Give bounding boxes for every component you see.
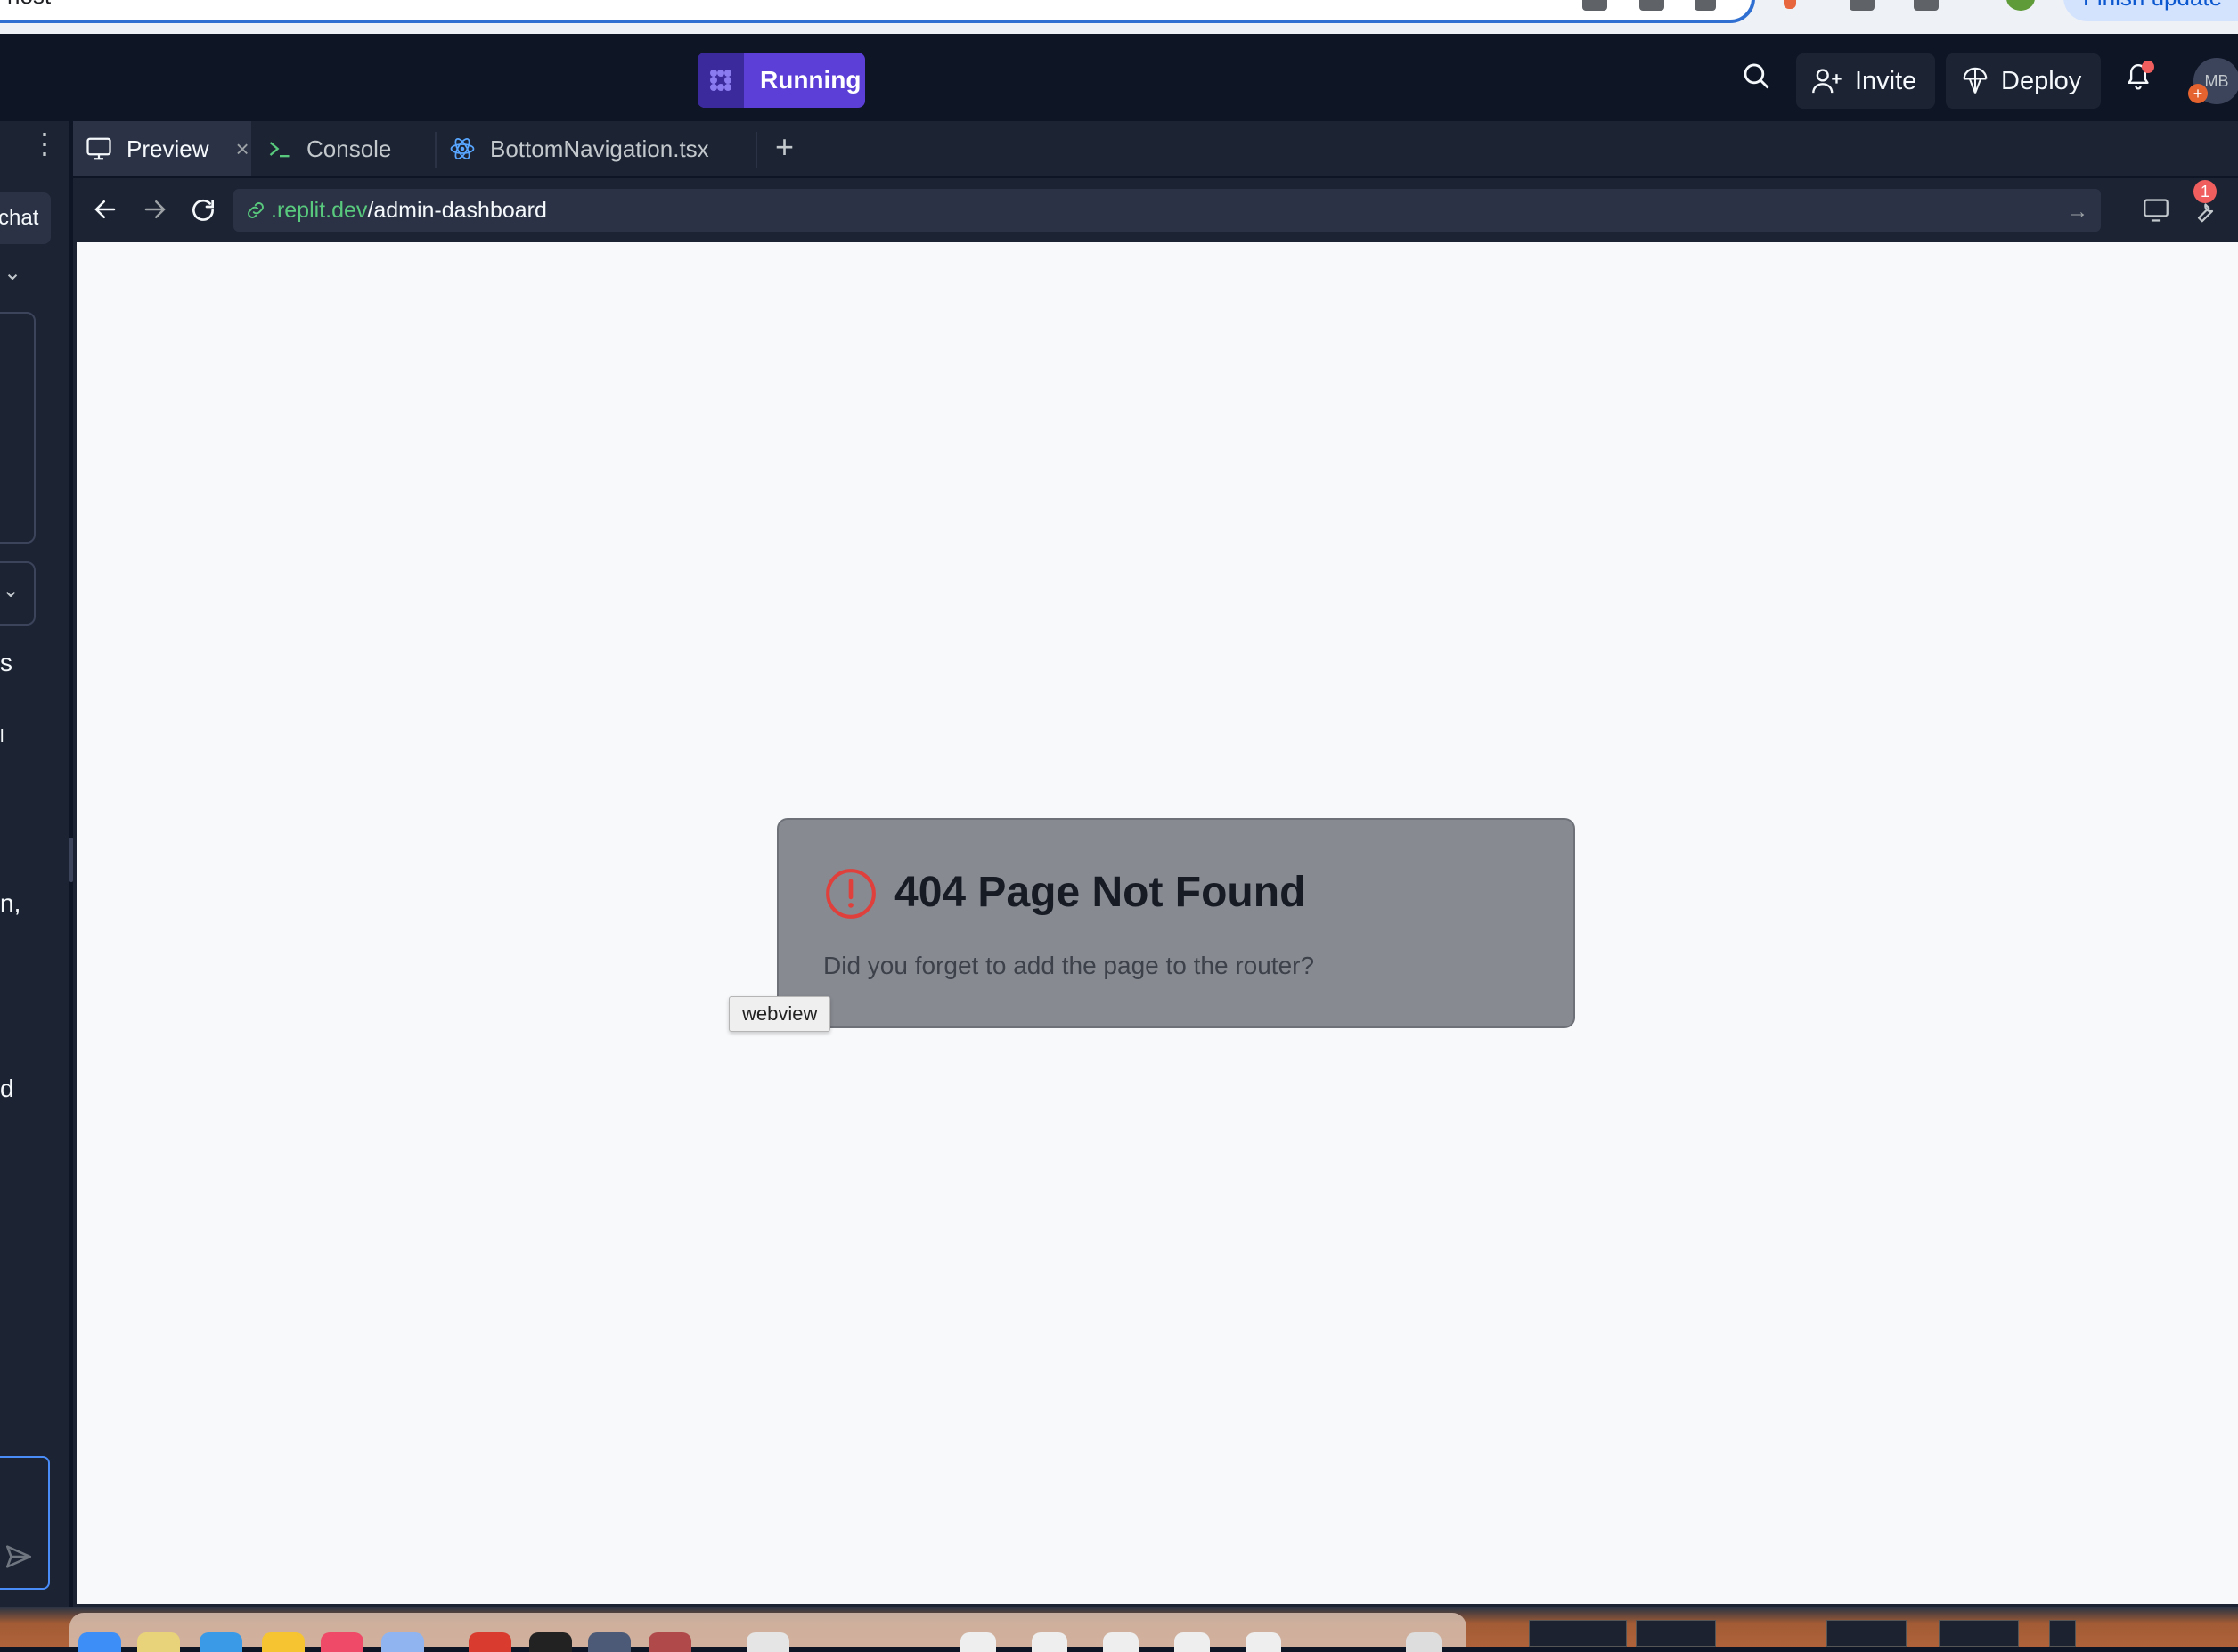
- url-host: .replit.dev: [271, 197, 368, 223]
- chat-card: [0, 312, 36, 544]
- refresh-icon[interactable]: [189, 196, 217, 225]
- safari-icon[interactable]: [200, 1632, 242, 1652]
- run-status-label: Running: [760, 66, 862, 94]
- send-icon[interactable]: [4, 1542, 34, 1572]
- chat-text-fragment: d: [0, 1075, 14, 1102]
- chevron-down-icon: ⌄: [2, 578, 20, 602]
- extension-icon-2[interactable]: [1850, 0, 1875, 11]
- document-icon[interactable]: [960, 1632, 996, 1652]
- browser-chrome: host Finish update: [0, 0, 2238, 34]
- window-thumbnail[interactable]: [1939, 1620, 2019, 1647]
- star-icon[interactable]: [1695, 0, 1716, 11]
- window-thumbnail[interactable]: [1529, 1620, 1627, 1647]
- trash-icon[interactable]: [1406, 1632, 1442, 1652]
- app-icon[interactable]: [469, 1632, 511, 1652]
- avatar-plus-icon: +: [2188, 84, 2208, 103]
- tab-bottomnavigation-file[interactable]: BottomNavigation.tsx: [449, 121, 743, 176]
- terminal-icon: [269, 142, 290, 158]
- deploy-icon: [1963, 67, 1988, 94]
- workspace-pane: Preview × Console BottomNavigation.tsx +: [73, 121, 2238, 1607]
- back-arrow-icon[interactable]: [91, 196, 119, 223]
- tab-label: Preview: [127, 135, 209, 162]
- close-icon[interactable]: ×: [235, 135, 249, 163]
- device-preview-icon[interactable]: [2142, 198, 2170, 223]
- launchpad-icon[interactable]: [137, 1632, 180, 1652]
- url-path: /admin-dashboard: [367, 197, 547, 223]
- window-thumbnail[interactable]: [1636, 1620, 1716, 1647]
- app-icon[interactable]: [649, 1632, 691, 1652]
- chat-collapsible[interactable]: ⌄: [0, 561, 36, 626]
- preview-url-bar: .replit.dev /admin-dashboard → 1: [73, 176, 2238, 242]
- chat-text-fragment: l: [0, 727, 4, 747]
- run-logo-icon: [698, 53, 744, 108]
- link-icon: [248, 202, 264, 218]
- window-thumbnail[interactable]: [1826, 1620, 1907, 1647]
- ai-chat-panel: ⋮ chat ⌄ ⌄ s l n, d: [0, 121, 69, 1607]
- page-title: 404 Page Not Found: [894, 869, 1306, 916]
- search-icon[interactable]: [1741, 61, 1771, 91]
- mail-icon[interactable]: [381, 1632, 424, 1652]
- webview-tooltip: webview: [729, 996, 831, 1032]
- document-icon[interactable]: [1103, 1632, 1139, 1652]
- tab-preview[interactable]: Preview ×: [73, 121, 251, 176]
- tab-label: Console: [306, 135, 392, 162]
- kebab-menu-icon[interactable]: ⋮: [30, 129, 59, 158]
- dock-shelf: [69, 1613, 1466, 1652]
- chat-text-fragment: s: [0, 649, 12, 676]
- app-icon[interactable]: [588, 1632, 631, 1652]
- tab-bar: Preview × Console BottomNavigation.tsx +: [73, 121, 2238, 176]
- tab-label: BottomNavigation.tsx: [490, 135, 709, 162]
- profile-avatar[interactable]: [2006, 0, 2035, 11]
- address-bar-text: host: [7, 0, 51, 10]
- react-icon: [450, 138, 475, 159]
- music-icon[interactable]: [321, 1632, 363, 1652]
- top-header: Running Invite Deploy MB +: [0, 34, 2238, 121]
- tab-separator: [435, 132, 437, 168]
- document-icon[interactable]: [1032, 1632, 1067, 1652]
- window-thumbnail[interactable]: [2049, 1620, 2076, 1647]
- tab-search-icon[interactable]: [1914, 0, 1939, 11]
- extension-flag-icon[interactable]: [1784, 0, 1796, 9]
- add-tab-icon[interactable]: +: [775, 128, 794, 166]
- url-input[interactable]: .replit.dev /admin-dashboard →: [233, 189, 2101, 232]
- new-chat-button[interactable]: chat: [0, 192, 51, 244]
- app-icon[interactable]: [747, 1632, 789, 1652]
- invite-button[interactable]: Invite: [1796, 53, 1935, 109]
- run-button[interactable]: Running: [698, 53, 865, 108]
- add-user-icon: [1812, 69, 1842, 94]
- address-bar[interactable]: host: [0, 0, 1755, 23]
- preview-webview[interactable]: 404 Page Not Found Did you forget to add…: [77, 242, 2238, 1604]
- deploy-button[interactable]: Deploy: [1946, 53, 2101, 109]
- finish-update-button[interactable]: Finish update: [2063, 0, 2238, 21]
- invite-label: Invite: [1855, 66, 1917, 95]
- document-icon[interactable]: [1174, 1632, 1210, 1652]
- notes-icon[interactable]: [262, 1632, 305, 1652]
- cast-icon[interactable]: [1639, 0, 1664, 11]
- chevron-down-icon[interactable]: ⌄: [4, 260, 21, 286]
- finder-icon[interactable]: [78, 1632, 121, 1652]
- notification-dot: [2142, 61, 2154, 73]
- chat-input[interactable]: [0, 1456, 50, 1590]
- go-arrow-icon[interactable]: →: [2067, 200, 2088, 225]
- chat-text-fragment: n,: [0, 889, 21, 917]
- forward-arrow-icon[interactable]: [141, 196, 169, 223]
- monitor-icon: [86, 137, 111, 160]
- error-message: Did you forget to add the page to the ro…: [823, 952, 1315, 979]
- tab-separator: [756, 132, 757, 168]
- extension-icon[interactable]: [1582, 0, 1607, 11]
- clock-icon[interactable]: [529, 1632, 572, 1652]
- macos-dock: [0, 1607, 2238, 1652]
- error-count-badge: 1: [2193, 180, 2217, 203]
- not-found-card: 404 Page Not Found Did you forget to add…: [777, 818, 1575, 1028]
- alert-circle-icon: [826, 869, 876, 919]
- document-icon[interactable]: [1246, 1632, 1281, 1652]
- deploy-label: Deploy: [2001, 66, 2082, 95]
